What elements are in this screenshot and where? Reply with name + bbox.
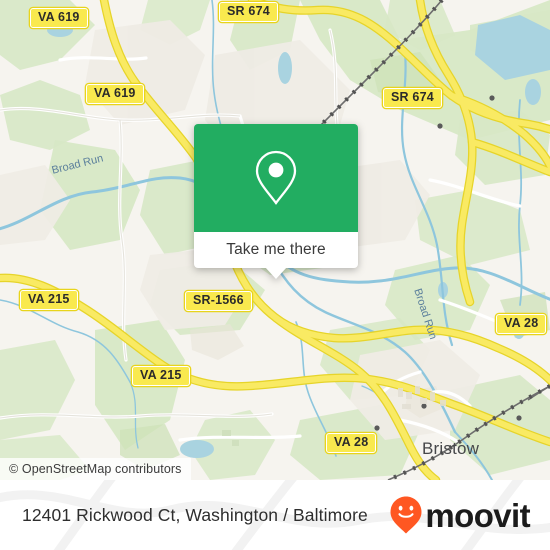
road-shield: SR-1566: [185, 291, 252, 311]
road-shield: VA 215: [20, 290, 78, 310]
map-canvas[interactable]: VA 619 SR 674 VA 619 SR 674 VA 215 SR-15…: [0, 0, 550, 480]
moovit-smiley-pin-icon: [390, 496, 422, 534]
road-shield: VA 215: [132, 366, 190, 386]
take-me-there-button[interactable]: Take me there: [194, 232, 358, 268]
map-pin-icon: [255, 150, 297, 205]
place-label-bristow: Bristow: [422, 439, 480, 458]
map-attribution[interactable]: © OpenStreetMap contributors: [0, 458, 191, 480]
road-shield: VA 619: [30, 8, 88, 28]
moovit-map-screenshot: VA 619 SR 674 VA 619 SR 674 VA 215 SR-15…: [0, 0, 550, 550]
card-icon-area: [194, 124, 358, 232]
road-shield: VA 28: [326, 433, 377, 453]
address-text: 12401 Rickwood Ct, Washington / Baltimor…: [22, 504, 368, 525]
footer-bar: 12401 Rickwood Ct, Washington / Baltimor…: [0, 480, 550, 550]
road-shield: SR 674: [383, 88, 442, 108]
attribution-text: © OpenStreetMap contributors: [9, 462, 182, 476]
card-pointer-arrow: [265, 267, 287, 279]
take-me-there-label: Take me there: [226, 241, 326, 258]
road-shield: SR 674: [219, 2, 278, 22]
moovit-logo[interactable]: moovit: [389, 495, 531, 535]
moovit-wordmark: moovit: [425, 496, 530, 534]
road-shield: VA 619: [86, 84, 144, 104]
location-callout-card[interactable]: Take me there: [194, 124, 358, 279]
road-shield: VA 28: [496, 314, 547, 334]
